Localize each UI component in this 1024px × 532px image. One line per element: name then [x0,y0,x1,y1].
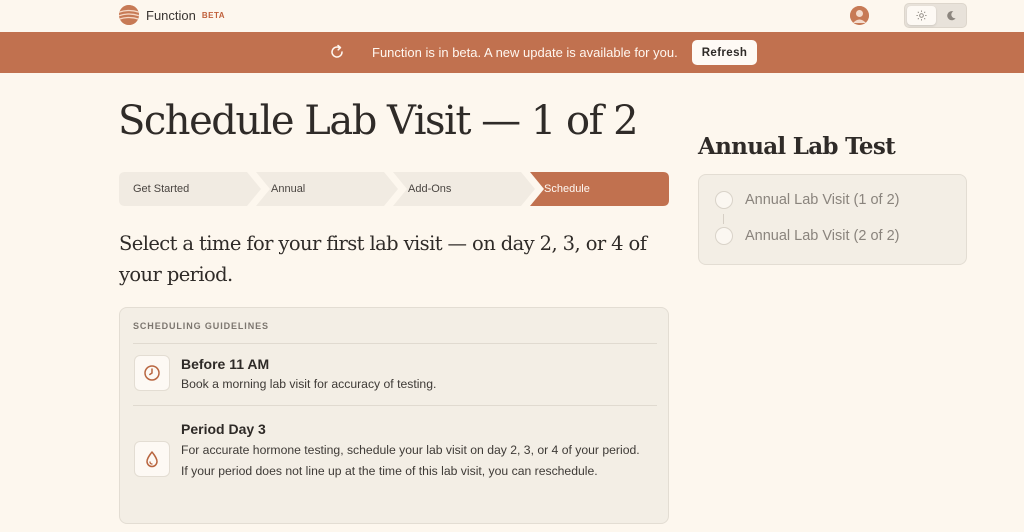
visit-label: Annual Lab Visit (1 of 2) [745,192,900,208]
clock-icon [134,355,170,391]
function-logo-icon [119,5,139,25]
lab-visit-item[interactable]: Annual Lab Visit (2 of 2) [715,227,900,245]
side-panel-title: Annual Lab Test [698,133,896,160]
step-add-ons[interactable]: Add-Ons [393,172,535,206]
divider [133,343,657,344]
page-title: Schedule Lab Visit — 1 of 2 [118,98,639,144]
scheduling-guidelines-card: SCHEDULING GUIDELINES Before 11 AM Book … [119,307,669,524]
beta-badge: BETA [201,10,226,20]
step-label: Annual [271,183,306,195]
page-subtitle: Select a time for your first lab visit —… [119,232,647,286]
beta-banner: Function is in beta. A new update is ava… [0,32,1024,73]
guideline-description: For accurate hormone testing, schedule y… [181,443,640,478]
top-nav: Function BETA [0,0,1024,31]
visit-connector [723,214,724,224]
sun-icon[interactable] [907,6,936,25]
droplet-icon [134,441,170,477]
theme-toggle [904,3,967,28]
guideline-description: Book a morning lab visit for accuracy of… [181,377,437,391]
lab-visit-item[interactable]: Annual Lab Visit (1 of 2) [715,191,900,209]
divider [133,405,657,406]
moon-icon[interactable] [937,6,966,25]
user-avatar-icon[interactable] [850,6,869,25]
brand[interactable]: Function BETA [119,5,225,25]
step-get-started[interactable]: Get Started [119,172,261,206]
banner-message: Function is in beta. A new update is ava… [372,45,678,60]
progress-stepper: Get Started Annual Add-Ons Schedule [119,172,669,206]
guideline-title: Before 11 AM [181,356,270,372]
brand-name: Function [146,7,196,23]
step-schedule[interactable]: Schedule [530,172,669,206]
lab-visits-card: Annual Lab Visit (1 of 2) Annual Lab Vis… [698,174,967,265]
step-annual[interactable]: Annual [256,172,398,206]
guidelines-label: SCHEDULING GUIDELINES [133,321,269,331]
step-label: Add-Ons [408,183,452,195]
refresh-icon [329,44,345,60]
guideline-title: Period Day 3 [181,421,266,437]
visit-radio[interactable] [715,191,733,209]
visit-radio[interactable] [715,227,733,245]
visit-label: Annual Lab Visit (2 of 2) [745,228,900,244]
step-label: Get Started [133,183,190,195]
step-label: Schedule [544,183,590,195]
refresh-button[interactable]: Refresh [692,40,757,65]
